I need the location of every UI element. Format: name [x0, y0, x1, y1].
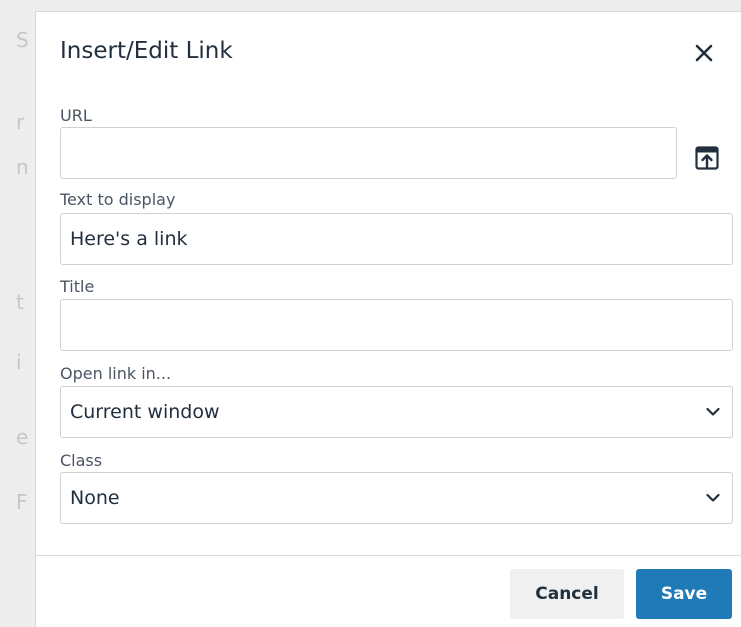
background-text-fragment: n — [16, 155, 29, 179]
class-value: None — [70, 487, 120, 509]
title-input[interactable] — [60, 299, 733, 351]
upload-browse-icon — [695, 146, 719, 170]
chevron-down-icon — [706, 493, 720, 502]
background-text-fragment: e — [16, 425, 29, 449]
background-text-fragment: r — [16, 110, 25, 134]
url-input[interactable] — [60, 127, 677, 179]
open-link-in-value: Current window — [70, 401, 220, 423]
dialog-title: Insert/Edit Link — [60, 38, 233, 64]
cancel-button[interactable]: Cancel — [510, 569, 624, 619]
chevron-down-icon — [706, 407, 720, 416]
class-label: Class — [60, 451, 103, 470]
close-icon — [695, 44, 713, 62]
insert-edit-link-dialog: Insert/Edit Link URL Text to display Her… — [35, 11, 741, 627]
browse-link-button[interactable] — [691, 142, 723, 174]
background-text-fragment: i — [16, 350, 22, 374]
text-to-display-input[interactable]: Here's a link — [60, 213, 733, 265]
class-select[interactable]: None — [60, 472, 733, 524]
title-label: Title — [60, 277, 95, 296]
background-text-fragment: t — [16, 290, 24, 314]
open-link-in-label: Open link in... — [60, 364, 172, 383]
text-to-display-label: Text to display — [60, 190, 176, 209]
save-button[interactable]: Save — [636, 569, 732, 619]
background-text-fragment: S — [16, 28, 29, 52]
open-link-in-select[interactable]: Current window — [60, 386, 733, 438]
background-text-fragment: F — [16, 490, 28, 514]
close-button[interactable] — [691, 40, 717, 66]
url-label: URL — [60, 106, 92, 125]
text-to-display-value: Here's a link — [70, 228, 188, 250]
footer-divider — [36, 555, 741, 556]
